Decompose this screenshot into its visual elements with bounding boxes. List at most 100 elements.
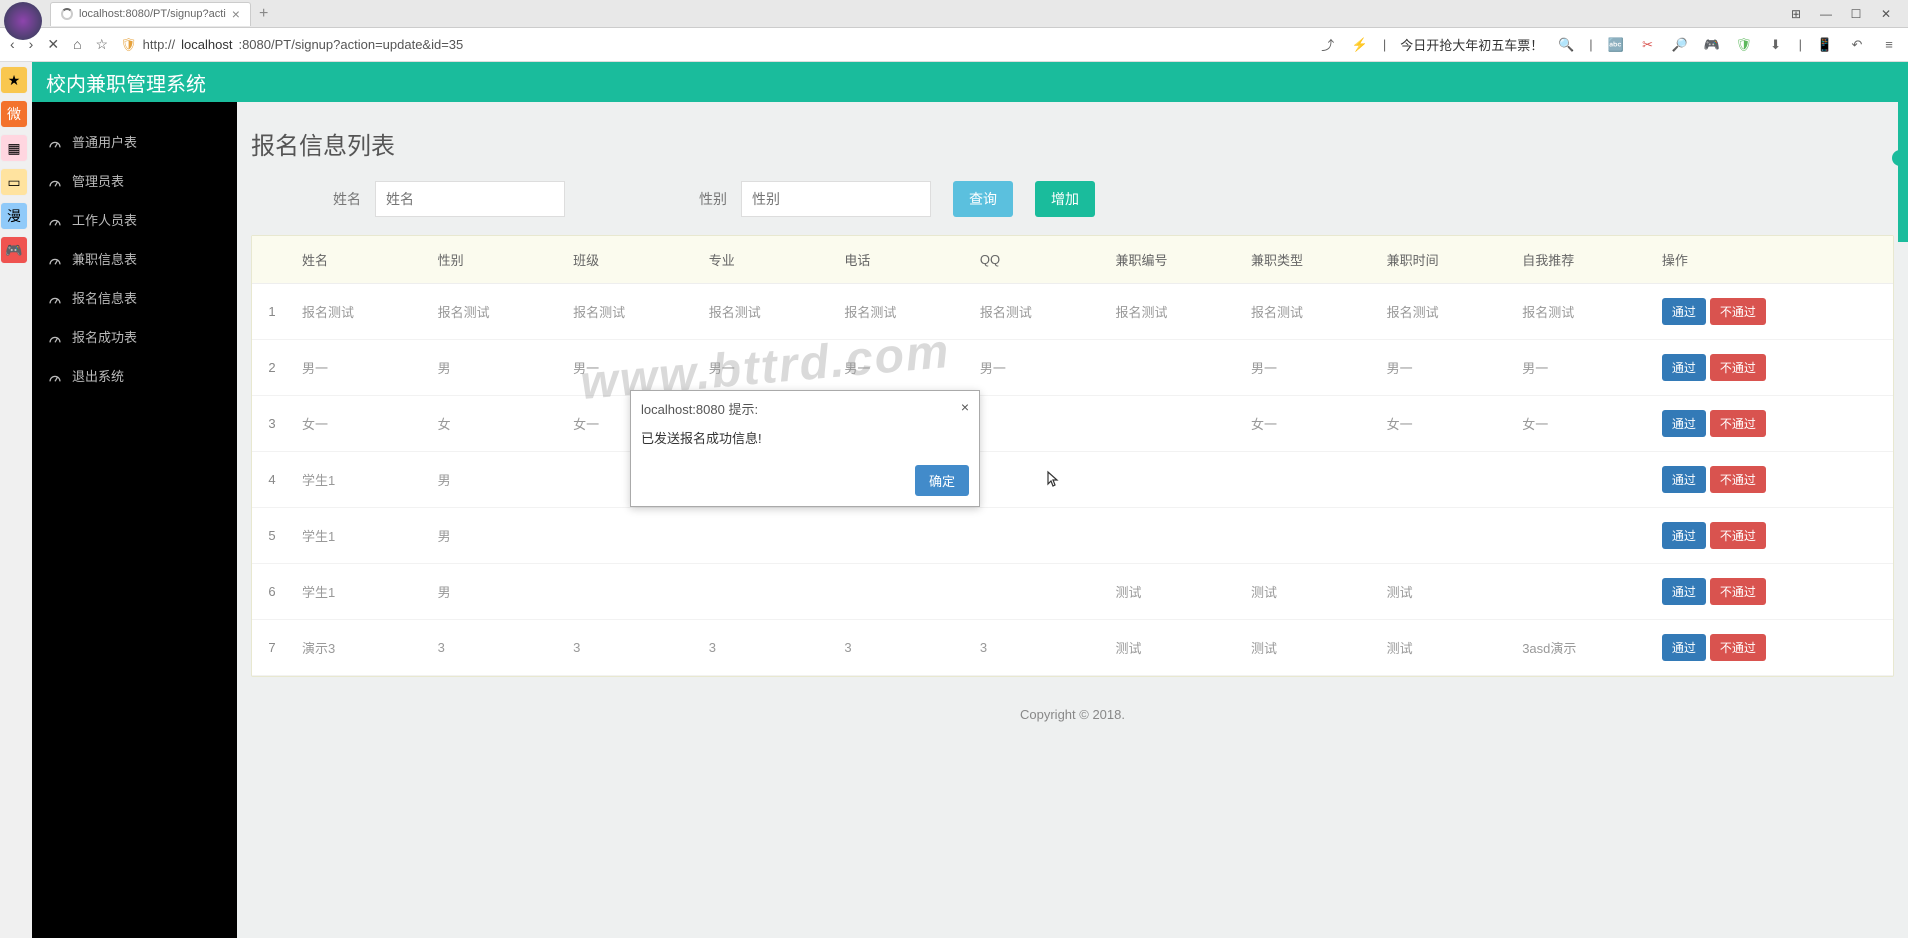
zoom-icon[interactable]: 🔎 bbox=[1671, 36, 1689, 54]
modal-ok-button[interactable]: 确定 bbox=[915, 465, 969, 496]
table-cell: 男一 bbox=[563, 340, 699, 396]
bolt-icon[interactable]: ⚡ bbox=[1351, 36, 1369, 54]
table-row: 5学生1男通过不通过 bbox=[252, 508, 1893, 564]
table-cell: 男 bbox=[428, 508, 564, 564]
table-header-cell: 兼职编号 bbox=[1105, 236, 1241, 284]
sidebar-item-0[interactable]: 普通用户表 bbox=[32, 122, 237, 161]
filter-gender-input[interactable] bbox=[741, 181, 931, 217]
table-cell: 报名测试 bbox=[1512, 284, 1652, 340]
search-icon[interactable]: 🔍 bbox=[1557, 36, 1575, 54]
sidebar-item-3[interactable]: 兼职信息表 bbox=[32, 239, 237, 278]
sidebar-item-label: 退出系统 bbox=[72, 366, 124, 385]
table-header-row: 姓名性别班级专业电话QQ兼职编号兼职类型兼职时间自我推荐操作 bbox=[252, 236, 1893, 284]
pass-button[interactable]: 通过 bbox=[1662, 634, 1706, 661]
download-icon[interactable]: ⬇ bbox=[1767, 36, 1785, 54]
table-cell: 3 bbox=[834, 620, 970, 676]
actions-cell: 通过不通过 bbox=[1652, 452, 1893, 508]
filter-name-input[interactable] bbox=[375, 181, 565, 217]
scissors-icon[interactable]: ✂ bbox=[1639, 36, 1657, 54]
table-cell: 测试 bbox=[1241, 564, 1377, 620]
dashboard-icon bbox=[48, 137, 62, 147]
dock-weibo-icon[interactable]: 微 bbox=[0, 100, 28, 128]
table-cell: 报名测试 bbox=[292, 284, 428, 340]
sidebar-item-2[interactable]: 工作人员表 bbox=[32, 200, 237, 239]
reject-button[interactable]: 不通过 bbox=[1710, 522, 1766, 549]
reject-button[interactable]: 不通过 bbox=[1710, 410, 1766, 437]
browser-profile-avatar[interactable] bbox=[4, 2, 42, 40]
window-minimize-icon[interactable]: — bbox=[1812, 4, 1840, 24]
filter-gender-label: 性别 bbox=[667, 189, 727, 209]
tab-title: localhost:8080/PT/signup?acti bbox=[79, 8, 226, 20]
table-cell: 男一 bbox=[1377, 340, 1513, 396]
window-menu-icon[interactable]: ⊞ bbox=[1782, 4, 1810, 24]
table-cell bbox=[1105, 396, 1241, 452]
dashboard-icon bbox=[48, 176, 62, 186]
table-cell bbox=[699, 564, 835, 620]
pass-button[interactable]: 通过 bbox=[1662, 466, 1706, 493]
window-close-icon[interactable]: ✕ bbox=[1872, 4, 1900, 24]
pass-button[interactable]: 通过 bbox=[1662, 354, 1706, 381]
reject-button[interactable]: 不通过 bbox=[1710, 354, 1766, 381]
pass-button[interactable]: 通过 bbox=[1662, 578, 1706, 605]
filter-row: 姓名 性别 查询 增加 bbox=[251, 181, 1894, 217]
pass-button[interactable]: 通过 bbox=[1662, 522, 1706, 549]
sidebar-item-6[interactable]: 退出系统 bbox=[32, 356, 237, 395]
table-cell: 3 bbox=[699, 620, 835, 676]
favorite-icon[interactable]: ☆ bbox=[96, 36, 109, 53]
sidebar-item-4[interactable]: 报名信息表 bbox=[32, 278, 237, 317]
table-cell: 男一 bbox=[970, 340, 1106, 396]
table-cell: 男一 bbox=[1241, 340, 1377, 396]
home-icon[interactable]: ⌂ bbox=[73, 36, 81, 53]
mobile-icon[interactable]: 📱 bbox=[1816, 36, 1834, 54]
add-button[interactable]: 增加 bbox=[1035, 181, 1095, 217]
table-header-cell: 兼职类型 bbox=[1241, 236, 1377, 284]
dock-game-icon[interactable]: 🎮 bbox=[0, 236, 28, 264]
browser-tab[interactable]: localhost:8080/PT/signup?acti × bbox=[50, 2, 251, 26]
gamepad-icon[interactable]: 🎮 bbox=[1703, 36, 1721, 54]
table-cell: 报名测试 bbox=[1377, 284, 1513, 340]
dock-app-icon[interactable]: ▦ bbox=[0, 134, 28, 162]
window-maximize-icon[interactable]: ☐ bbox=[1842, 4, 1870, 24]
translate-icon[interactable]: 🔤 bbox=[1607, 36, 1625, 54]
url-display[interactable]: 🛡 http://localhost:8080/PT/signup?action… bbox=[120, 37, 1307, 53]
dock-book-icon[interactable]: ▭ bbox=[0, 168, 28, 196]
filter-name-label: 姓名 bbox=[301, 189, 361, 209]
reject-button[interactable]: 不通过 bbox=[1710, 578, 1766, 605]
right-collapse-icon[interactable] bbox=[1892, 150, 1908, 166]
security-icon[interactable]: 🛡 bbox=[1735, 36, 1753, 54]
actions-cell: 通过不通过 bbox=[1652, 508, 1893, 564]
table-header-cell: 姓名 bbox=[292, 236, 428, 284]
tab-add-icon[interactable]: + bbox=[259, 5, 268, 23]
promo-text[interactable]: 今日开抢大年初五车票！ bbox=[1400, 35, 1543, 54]
stop-icon[interactable]: ✕ bbox=[47, 36, 59, 53]
reject-button[interactable]: 不通过 bbox=[1710, 634, 1766, 661]
actions-cell: 通过不通过 bbox=[1652, 396, 1893, 452]
search-button[interactable]: 查询 bbox=[953, 181, 1013, 217]
table-cell: 男一 bbox=[292, 340, 428, 396]
reject-button[interactable]: 不通过 bbox=[1710, 298, 1766, 325]
modal-close-icon[interactable]: × bbox=[961, 399, 969, 418]
sidebar-item-label: 管理员表 bbox=[72, 171, 124, 190]
row-index: 5 bbox=[252, 508, 292, 564]
table-cell bbox=[1512, 508, 1652, 564]
restore-icon[interactable]: ↶ bbox=[1848, 36, 1866, 54]
table-cell: 3 bbox=[428, 620, 564, 676]
dashboard-icon bbox=[48, 371, 62, 381]
back-icon[interactable]: ‹ bbox=[10, 36, 15, 53]
table-cell: 男一 bbox=[1512, 340, 1652, 396]
reject-button[interactable]: 不通过 bbox=[1710, 466, 1766, 493]
menu-icon[interactable]: ≡ bbox=[1880, 36, 1898, 54]
dashboard-icon bbox=[48, 254, 62, 264]
table-header-cell: 兼职时间 bbox=[1377, 236, 1513, 284]
dock-comic-icon[interactable]: 漫 bbox=[0, 202, 28, 230]
actions-cell: 通过不通过 bbox=[1652, 284, 1893, 340]
dock-star-icon[interactable]: ★ bbox=[0, 66, 28, 94]
table-cell bbox=[1105, 508, 1241, 564]
share-icon[interactable]: ⤴ bbox=[1319, 36, 1337, 54]
sidebar-item-5[interactable]: 报名成功表 bbox=[32, 317, 237, 356]
pass-button[interactable]: 通过 bbox=[1662, 298, 1706, 325]
tab-close-icon[interactable]: × bbox=[232, 6, 240, 22]
sidebar-item-1[interactable]: 管理员表 bbox=[32, 161, 237, 200]
pass-button[interactable]: 通过 bbox=[1662, 410, 1706, 437]
table-cell: 报名测试 bbox=[834, 284, 970, 340]
